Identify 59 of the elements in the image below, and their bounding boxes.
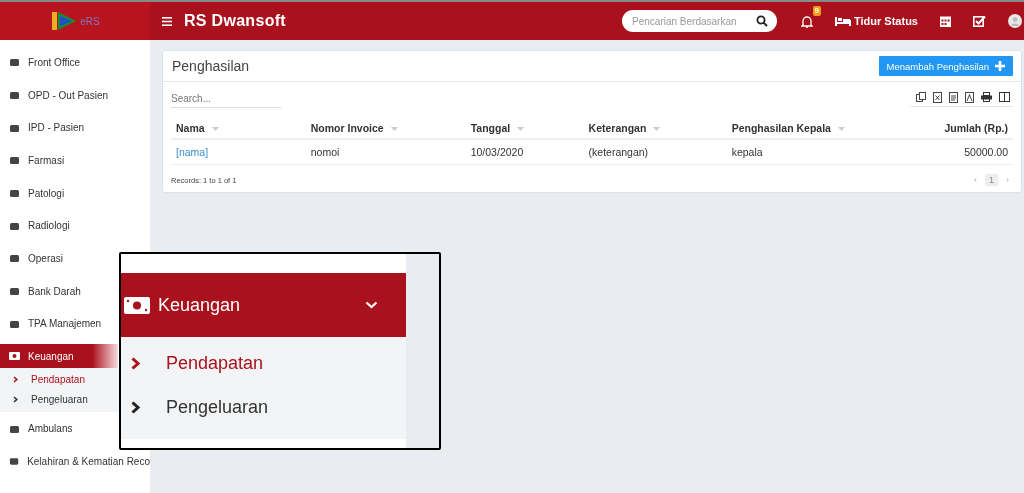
- notification-badge: 9: [812, 5, 821, 16]
- copy-icon[interactable]: [916, 91, 926, 103]
- table-cell: 10/03/2020: [465, 139, 584, 165]
- bell-icon[interactable]: [801, 14, 813, 28]
- sort-icon: [517, 127, 525, 132]
- sidebar-item[interactable]: Patologi: [0, 176, 118, 210]
- sidebar-item[interactable]: Bank Darah: [0, 274, 118, 308]
- app-title: RS Dwansoft: [184, 12, 286, 30]
- submenu-item[interactable]: Pendapatan: [121, 341, 406, 385]
- column-header[interactable]: Penghasilan Kepala: [726, 118, 896, 139]
- sidebar-item[interactable]: Operasi: [0, 242, 118, 275]
- sidebar-item[interactable]: IPD - Pasien: [0, 111, 118, 145]
- column-header[interactable]: Keterangan: [583, 118, 727, 139]
- sort-icon: [653, 127, 661, 132]
- spreadsheet-icon[interactable]: [933, 91, 942, 103]
- document-icon[interactable]: [949, 91, 958, 103]
- sidebar-item[interactable]: TPA Manajemen: [0, 307, 118, 341]
- menu-icon[interactable]: [162, 16, 172, 26]
- logo-text: eRS: [80, 15, 100, 27]
- money-icon: [124, 295, 150, 315]
- sort-icon: [390, 127, 398, 132]
- calendar-icon[interactable]: [940, 15, 951, 27]
- table-cell: nomoi: [305, 139, 466, 165]
- submenu-item[interactable]: Pendapatan: [0, 369, 118, 390]
- table-cell: (keterangan): [583, 139, 727, 165]
- table-cell: kepala: [726, 139, 896, 165]
- bed-status-button[interactable]: Tidur Status: [835, 15, 918, 27]
- submenu-item[interactable]: Pengeluaran: [0, 389, 118, 410]
- checkbox-icon[interactable]: [973, 15, 986, 27]
- table-cell: 50000.00: [895, 139, 1013, 165]
- card-title: Penghasilan: [172, 58, 250, 74]
- sidebar-item[interactable]: Farmasi: [0, 144, 118, 177]
- search-field[interactable]: Pencarian Berdasarkan: [622, 10, 777, 32]
- plus-icon: [995, 61, 1005, 71]
- sidebar-item[interactable]: Radiologi: [0, 209, 118, 243]
- pdf-icon[interactable]: [965, 91, 974, 103]
- avatar-icon[interactable]: [1008, 14, 1022, 28]
- sort-icon: [837, 127, 845, 132]
- sidebar-item[interactable]: OPD - Out Pasien: [0, 78, 118, 112]
- chevron-icon: [13, 395, 18, 403]
- money-icon: [9, 351, 20, 362]
- chevron-icon: [131, 356, 140, 370]
- submenu-item[interactable]: Pengeluaran: [121, 385, 406, 429]
- print-icon[interactable]: [981, 92, 992, 102]
- sidebar-item[interactable]: Front Office: [0, 46, 118, 79]
- chevron-icon: [131, 400, 140, 414]
- column-header[interactable]: Tanggal: [465, 118, 584, 139]
- menu-header[interactable]: Keuangan: [121, 273, 406, 337]
- column-header[interactable]: Nama: [171, 118, 306, 139]
- search-icon: [756, 15, 768, 27]
- chevron-icon: [13, 375, 18, 383]
- sidebar-item[interactable]: Ambulans: [0, 412, 118, 445]
- columns-icon[interactable]: [999, 92, 1010, 102]
- sort-icon: [211, 127, 219, 132]
- column-header[interactable]: Jumlah (Rp.): [895, 118, 1013, 139]
- sidebar-item[interactable]: Kelahiran & Kematian Reco: [0, 444, 150, 478]
- column-header[interactable]: Nomor Invoice: [305, 118, 466, 139]
- sidebar-item[interactable]: Keuangan: [0, 344, 118, 369]
- name-link[interactable]: [nama]: [171, 139, 306, 165]
